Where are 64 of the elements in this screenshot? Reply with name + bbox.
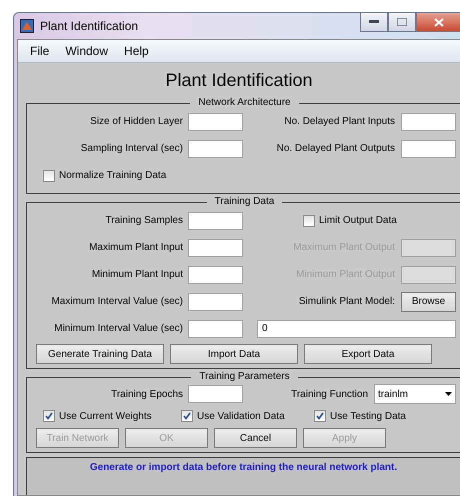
- input-field[interactable]: [188, 212, 243, 230]
- checkbox-square[interactable]: [303, 214, 315, 226]
- checkbox-square[interactable]: [43, 170, 55, 182]
- checkmark-icon: [316, 412, 324, 420]
- field-label: Training Function: [290, 388, 368, 400]
- menu-item[interactable]: File: [22, 44, 58, 58]
- field-label: Sampling Interval (sec): [80, 143, 183, 154]
- input-field[interactable]: [188, 320, 243, 338]
- input-field[interactable]: [188, 140, 243, 158]
- action-button[interactable]: Export Data: [304, 344, 432, 364]
- field-label: Training Epochs: [110, 388, 183, 400]
- app-icon: [20, 19, 34, 33]
- checkbox-square[interactable]: [181, 410, 193, 422]
- status-message: Generate or import data before training the neural network plant.: [88, 462, 398, 473]
- input-field[interactable]: 0: [257, 320, 456, 338]
- checkbox[interactable]: Limit Output Data: [303, 214, 397, 226]
- action-button[interactable]: Import Data: [170, 344, 298, 364]
- panel-heading: Plant Identification: [164, 69, 314, 92]
- maximize-button[interactable]: [388, 13, 416, 32]
- minimize-button[interactable]: [360, 13, 388, 32]
- field-label: No. Delayed Plant Inputs: [283, 116, 395, 127]
- field-label: Maximum Plant Input: [88, 242, 183, 253]
- checkbox[interactable]: Use Testing Data: [314, 410, 406, 422]
- checkbox-label: Use Testing Data: [330, 410, 406, 422]
- browse-button[interactable]: Browse: [401, 292, 456, 312]
- action-button[interactable]: Cancel: [214, 428, 297, 448]
- field-label: No. Delayed Plant Outputs: [276, 143, 395, 154]
- checkbox-label: Use Current Weights: [59, 410, 152, 422]
- checkmark-icon: [45, 412, 53, 420]
- checkbox[interactable]: Use Current Weights: [43, 410, 152, 422]
- checkbox-square[interactable]: [314, 410, 326, 422]
- input-field[interactable]: [188, 266, 243, 284]
- field-label: Simulink Plant Model:: [298, 296, 395, 307]
- checkbox-square[interactable]: [43, 410, 55, 422]
- maximize-icon: [397, 18, 407, 26]
- input-field[interactable]: [401, 112, 456, 130]
- checkmark-icon: [183, 412, 191, 420]
- training-function-dropdown[interactable]: trainlm: [374, 384, 456, 404]
- group-title: Network Architecture: [190, 97, 299, 108]
- checkbox[interactable]: Normalize Training Data: [43, 170, 166, 182]
- input-field[interactable]: [188, 385, 243, 403]
- field-label: Size of Hidden Layer: [89, 116, 183, 127]
- field-label: Minimum Interval Value (sec): [53, 323, 183, 334]
- close-icon: [434, 18, 444, 26]
- checkbox-label: Limit Output Data: [319, 215, 397, 226]
- checkbox-label: Normalize Training Data: [59, 170, 166, 181]
- field-label: Minimum Plant Input: [90, 269, 183, 280]
- field-label: Maximum Interval Value (sec): [50, 296, 183, 307]
- minimize-icon: [369, 20, 379, 24]
- checkbox-label: Use Validation Data: [197, 410, 285, 422]
- menu-item[interactable]: Help: [116, 44, 157, 58]
- input-field[interactable]: [188, 292, 243, 310]
- menu-item[interactable]: Window: [57, 44, 116, 58]
- checkbox[interactable]: Use Validation Data: [181, 410, 285, 422]
- action-button[interactable]: Generate Training Data: [36, 344, 164, 364]
- group-title: Training Parameters: [191, 371, 298, 382]
- group-title: Training Data: [206, 196, 282, 207]
- field-label: Training Samples: [104, 215, 183, 226]
- dropdown-arrow-icon: [445, 392, 452, 396]
- input-field[interactable]: [188, 112, 243, 130]
- window-title: Plant Identification: [40, 19, 138, 33]
- input-field[interactable]: [188, 238, 243, 256]
- input-field[interactable]: [401, 140, 456, 158]
- close-button[interactable]: [416, 13, 460, 32]
